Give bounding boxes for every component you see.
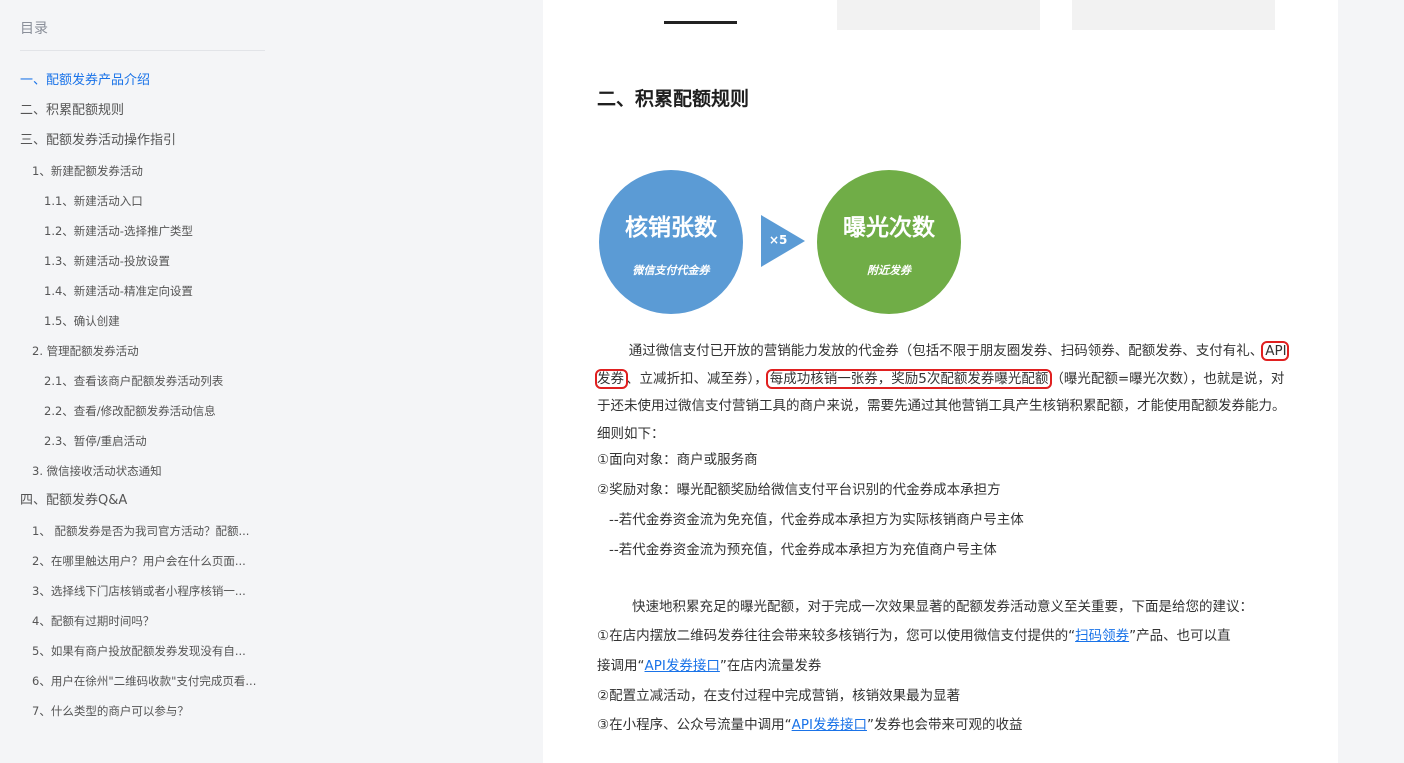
advice-2: ②配置立减活动，在支付过程中完成营销，核销效果最为显著 (597, 688, 961, 704)
redeem-count-subtitle: 微信支付代金券 (632, 264, 710, 277)
advice-1-text-b: ”产品、也可以直 (1129, 628, 1231, 644)
toc-item[interactable]: 3、选择线下门店核销或者小程序核销一... (0, 580, 297, 610)
api-coupon-link-2[interactable]: API发券接口 (792, 717, 867, 733)
exposure-count-subtitle: 附近发券 (867, 264, 911, 277)
scan-coupon-link[interactable]: 扫码领券 (1075, 628, 1129, 644)
exposure-count-title: 曝光次数 (843, 215, 935, 241)
advice-1-cont: 接调用“API发券接口”在店内流量发券 (597, 655, 821, 677)
rule-target: ①面向对象：商户或服务商 (597, 452, 758, 468)
toc-title: 目录 (20, 21, 48, 37)
toc-item[interactable]: 三、配额发券活动操作指引 (0, 130, 285, 160)
advice-1-text-c: 接调用“ (597, 658, 645, 674)
quota-diagram: 核销张数 微信支付代金券 ×5 曝光次数 附近发券 (599, 170, 969, 315)
toc-item[interactable]: 3. 微信接收活动状态通知 (0, 460, 297, 490)
toc-item[interactable]: 5、如果有商户投放配额发券发现没有自... (0, 640, 297, 670)
rule-reward: ②奖励对象：曝光配额奖励给微信支付平台识别的代金券成本承担方 (597, 482, 1001, 498)
advice-3-text-a: ③在小程序、公众号流量中调用“ (597, 717, 792, 733)
toc-item[interactable]: 2. 管理配额发券活动 (0, 340, 297, 370)
highlight-reward-rule: 每成功核销一张券，奖励5次配额发券曝光配额 (765, 368, 1053, 389)
multiply-label: ×5 (769, 233, 788, 247)
exposure-count-circle: 曝光次数 附近发券 (817, 170, 961, 314)
content-card: 二、积累配额规则 核销张数 微信支付代金券 ×5 曝光次数 附近发券 通过微信支… (543, 0, 1338, 763)
rule-paragraph: 通过微信支付已开放的营销能力发放的代金券（包括不限于朋友圈发券、扫码领券、配额发… (595, 338, 1289, 448)
toc-item[interactable]: 2.3、暂停/重启活动 (0, 430, 284, 460)
redeem-count-title: 核销张数 (625, 215, 717, 241)
advice-3: ③在小程序、公众号流量中调用“API发券接口”发券也会带来可观的收益 (597, 714, 1022, 736)
active-tab-underline (664, 21, 737, 24)
tab-placeholder[interactable] (1072, 0, 1275, 30)
rule-text-2: 、立减折扣、减至券）， (626, 370, 768, 387)
advice-1: ①在店内摆放二维码发券往往会带来较多核销行为，您可以使用微信支付提供的“扫码领券… (597, 625, 1231, 647)
toc-item[interactable]: 1.4、新建活动-精准定向设置 (0, 280, 284, 310)
toc-item[interactable]: 1、新建配额发券活动 (0, 160, 297, 190)
rule-reward-free: --若代金券资金流为免充值，代金券成本承担方为实际核销商户号主体 (609, 512, 1024, 528)
toc-item[interactable]: 1.5、确认创建 (0, 310, 284, 340)
toc-sidebar: 目录 一、配额发券产品介绍 二、积累配额规则 三、配额发券活动操作指引 1、新建配额发… (0, 0, 285, 763)
toc-item[interactable]: 1、 配额发券是否为我司官方活动？配额... (0, 520, 297, 550)
section-heading: 二、积累配额规则 (597, 88, 750, 110)
toc-item[interactable]: 1.3、新建活动-投放设置 (0, 250, 284, 280)
advice-intro: 快速地积累充足的曝光配额，对于完成一次效果显著的配额发券活动意义至关重要，下面是… (632, 599, 1253, 615)
advice-3-text-b: ”发券也会带来可观的收益 (866, 717, 1023, 733)
advice-1-text-d: ”在店内流量发券 (719, 658, 822, 674)
toc-item[interactable]: 6、用户在徐州"二维码收款"支付完成页看... (0, 670, 297, 700)
toc-item[interactable]: 一、配额发券产品介绍 (0, 70, 285, 100)
toc-item[interactable]: 1.1、新建活动入口 (0, 190, 284, 220)
advice-1-text-a: ①在店内摆放二维码发券往往会带来较多核销行为，您可以使用微信支付提供的“ (597, 628, 1076, 644)
rule-reward-prepaid: --若代金券资金流为预充值，代金券成本承担方为充值商户号主体 (609, 542, 997, 558)
toc-item[interactable]: 4、配额有过期时间吗？ (0, 610, 297, 640)
rule-text-1: 通过微信支付已开放的营销能力发放的代金券（包括不限于朋友圈发券、扫码领券、配额发… (628, 343, 1264, 359)
toc-item[interactable]: 1.2、新建活动-选择推广类型 (0, 220, 284, 250)
toc-item[interactable]: 7、什么类型的商户可以参与？ (0, 700, 297, 730)
toc-divider (20, 50, 265, 51)
toc-item[interactable]: 2.1、查看该商户配额发券活动列表 (0, 370, 284, 400)
toc-list: 一、配额发券产品介绍 二、积累配额规则 三、配额发券活动操作指引 1、新建配额发券活动… (0, 70, 285, 730)
redeem-count-circle: 核销张数 微信支付代金券 (599, 170, 743, 314)
toc-item[interactable]: 四、配额发券Q&A (0, 490, 285, 520)
toc-item[interactable]: 2、在哪里触达用户？用户会在什么页面... (0, 550, 297, 580)
toc-item[interactable]: 2.2、查看/修改配额发券活动信息 (0, 400, 284, 430)
toc-item[interactable]: 二、积累配额规则 (0, 100, 285, 130)
tab-placeholder[interactable] (837, 0, 1040, 30)
api-coupon-link[interactable]: API发券接口 (645, 658, 720, 674)
